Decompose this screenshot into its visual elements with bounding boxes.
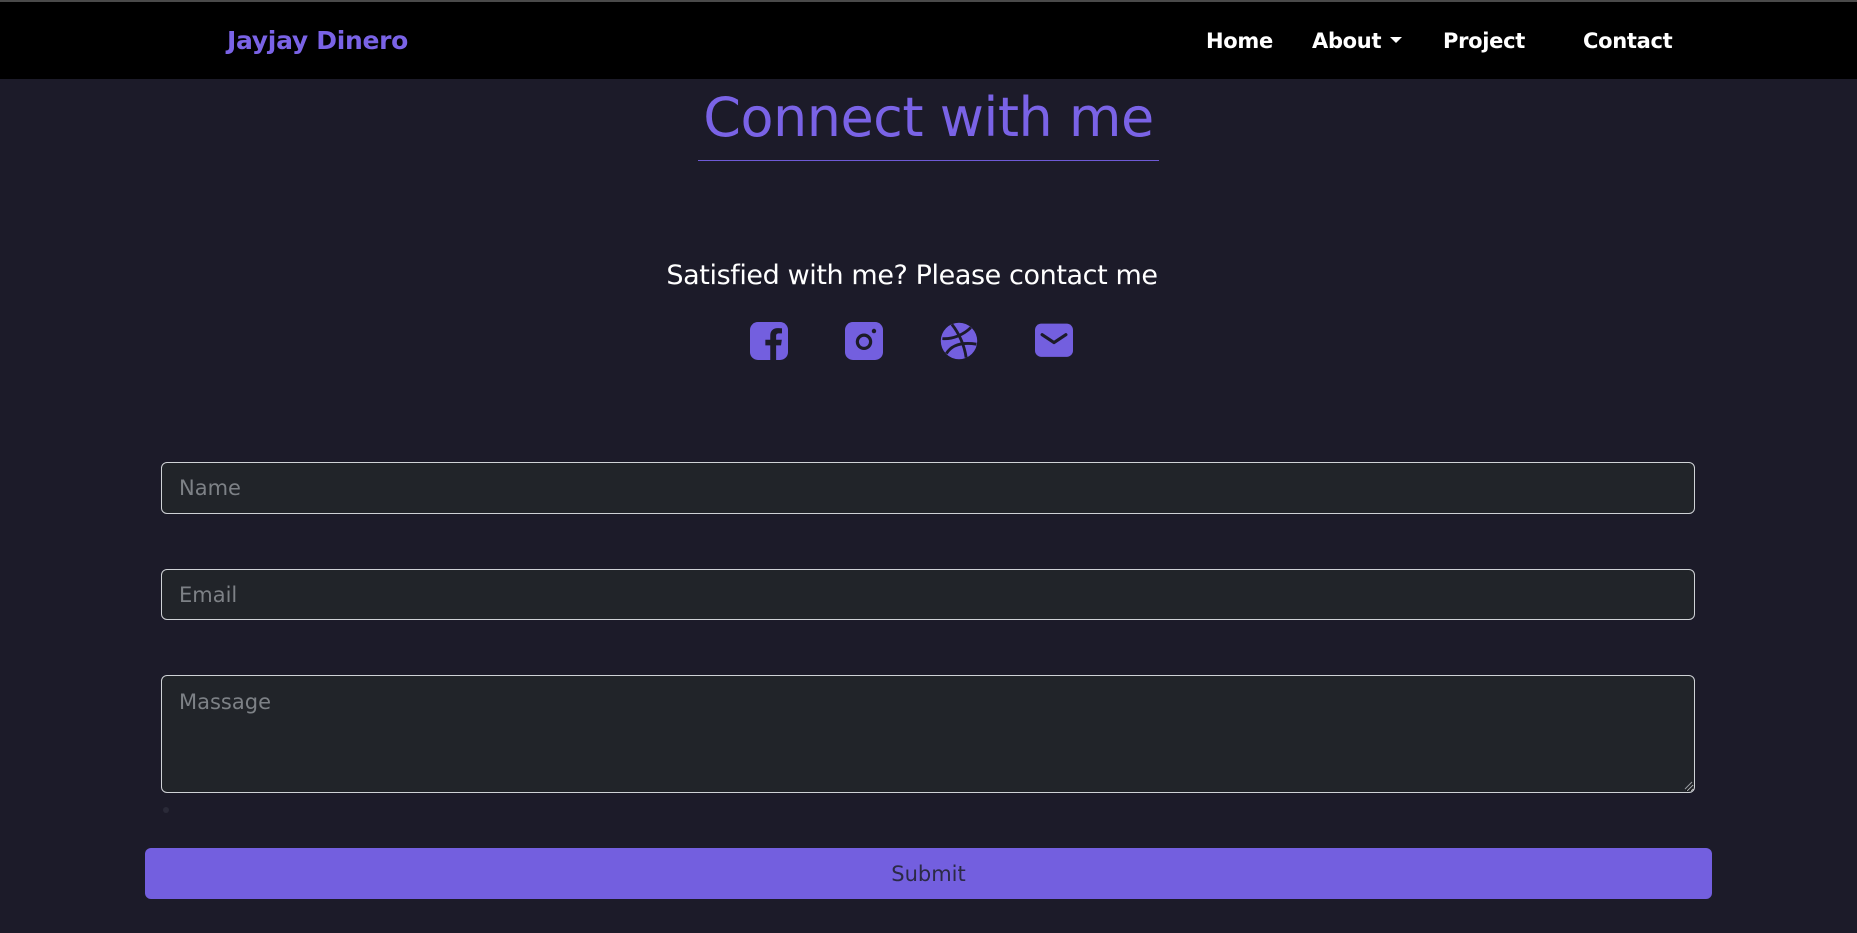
nav-link-home[interactable]: Home bbox=[1206, 29, 1273, 53]
nav-link-contact[interactable]: Contact bbox=[1583, 29, 1673, 53]
email-input[interactable] bbox=[161, 569, 1695, 620]
contact-tagline: Satisfied with me? Please contact me bbox=[666, 260, 1158, 291]
title-underline bbox=[698, 160, 1159, 161]
dribbble-icon[interactable] bbox=[940, 322, 978, 360]
nav-link-project[interactable]: Project bbox=[1443, 29, 1525, 53]
instagram-icon[interactable] bbox=[845, 322, 883, 360]
resize-handle-icon[interactable] bbox=[1684, 781, 1693, 790]
page-title: Connect with me bbox=[703, 86, 1154, 149]
nav-link-about[interactable]: About bbox=[1312, 29, 1403, 53]
navbar: Jayjay Dinero Home About Project Contact bbox=[0, 2, 1857, 79]
email-icon[interactable] bbox=[1035, 322, 1073, 360]
decorative-dot bbox=[163, 807, 169, 813]
chevron-down-icon bbox=[1390, 37, 1403, 43]
nav-link-about-label: About bbox=[1312, 29, 1382, 53]
message-textarea[interactable] bbox=[161, 675, 1695, 793]
name-input[interactable] bbox=[161, 462, 1695, 514]
facebook-icon[interactable] bbox=[750, 322, 788, 360]
submit-button[interactable]: Submit bbox=[145, 848, 1712, 899]
brand-link[interactable]: Jayjay Dinero bbox=[227, 26, 408, 55]
